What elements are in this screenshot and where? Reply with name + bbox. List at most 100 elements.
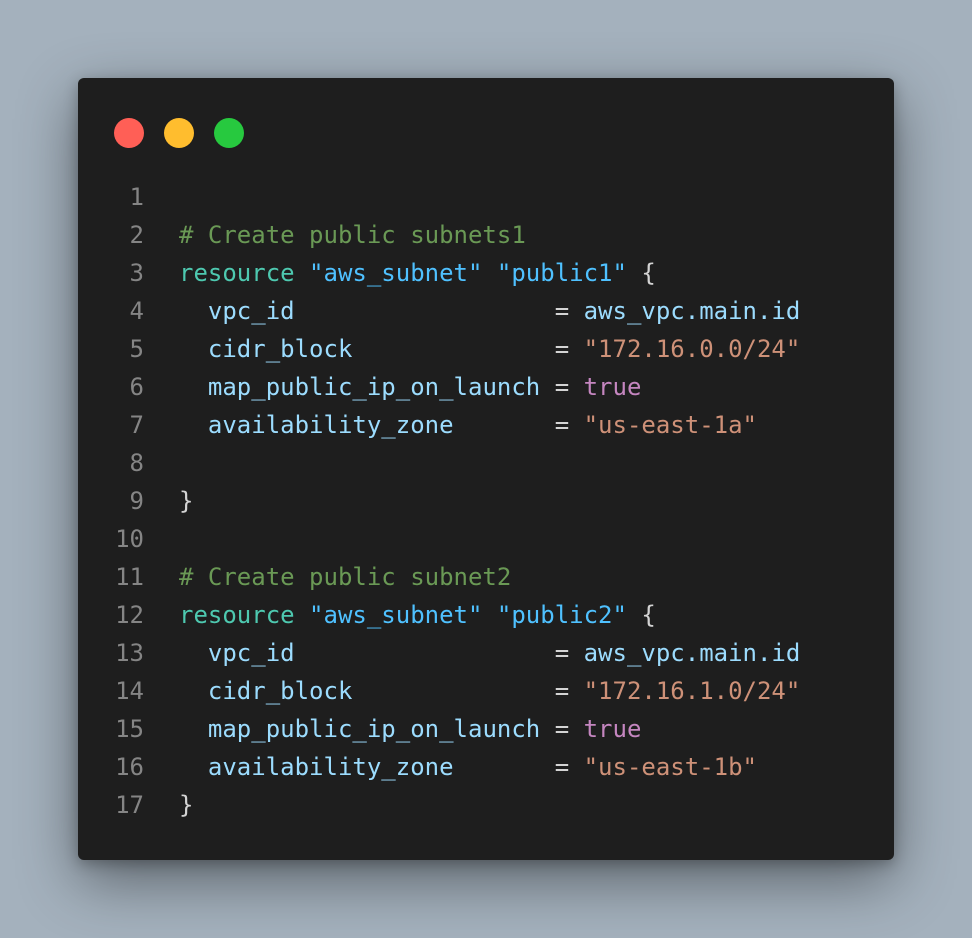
code-token-label: "public1" xyxy=(496,259,627,287)
code-token-plain: = xyxy=(540,715,584,743)
code-token-attr: availability_zone xyxy=(207,411,454,439)
code-token-plain: = xyxy=(294,297,584,325)
line-number: 4 xyxy=(129,297,144,325)
code-token-plain: = xyxy=(352,677,584,705)
code-line: 4 vpc_id = aws_vpc.main.id xyxy=(78,292,894,330)
line-number: 17 xyxy=(115,791,144,819)
minimize-dot[interactable] xyxy=(164,118,194,148)
code-token-string: "us-east-1a" xyxy=(583,411,757,439)
code-token-plain: = xyxy=(352,335,584,363)
line-number: 6 xyxy=(129,373,144,401)
code-line: 12 resource "aws_subnet" "public2" { xyxy=(78,596,894,634)
line-content: vpc_id = aws_vpc.main.id xyxy=(179,634,800,672)
code-line: 5 cidr_block = "172.16.0.0/24" xyxy=(78,330,894,368)
code-window: 1 2 # Create public subnets1 3 resource "aws… xyxy=(78,78,894,860)
code-token-plain: = xyxy=(453,411,584,439)
line-content: # Create public subnets1 xyxy=(179,216,526,254)
code-line: 14 cidr_block = "172.16.1.0/24" xyxy=(78,672,894,710)
line-number: 14 xyxy=(115,677,144,705)
code-token-string: "us-east-1b" xyxy=(583,753,757,781)
code-line: 10 xyxy=(78,520,894,558)
code-line: 17} xyxy=(78,786,894,824)
line-number: 8 xyxy=(129,449,144,477)
code-token-keyword: resource xyxy=(179,259,295,287)
line-number: 10 xyxy=(115,525,144,553)
code-token-attr: cidr_block xyxy=(207,677,353,705)
code-token-plain: = xyxy=(540,373,584,401)
code-token-plain: = xyxy=(453,753,584,781)
line-content: # Create public subnet2 xyxy=(179,558,511,596)
code-token-attr: cidr_block xyxy=(207,335,353,363)
line-content: availability_zone = "us-east-1a" xyxy=(179,406,757,444)
line-content: cidr_block = "172.16.1.0/24" xyxy=(179,672,800,710)
line-number: 3 xyxy=(129,259,144,287)
line-number: 16 xyxy=(115,753,144,781)
code-token-attr: map_public_ip_on_launch xyxy=(207,373,541,401)
line-content: map_public_ip_on_launch = true xyxy=(179,368,642,406)
code-token-bool: true xyxy=(583,715,642,743)
maximize-dot[interactable] xyxy=(214,118,244,148)
code-line: 3 resource "aws_subnet" "public1" { xyxy=(78,254,894,292)
line-content: } xyxy=(179,786,193,824)
code-token-string: "172.16.1.0/24" xyxy=(583,677,801,705)
code-line: 15 map_public_ip_on_launch = true xyxy=(78,710,894,748)
line-number: 9 xyxy=(129,487,144,515)
code-token-plain: { xyxy=(626,259,656,287)
code-line: 13 vpc_id = aws_vpc.main.id xyxy=(78,634,894,672)
code-token-attr: vpc_id xyxy=(207,639,295,667)
code-token-bool: true xyxy=(583,373,642,401)
code-line: 16 availability_zone = "us-east-1b" xyxy=(78,748,894,786)
code-token-plain: = xyxy=(294,639,584,667)
code-line: 2 # Create public subnets1 xyxy=(78,216,894,254)
line-number: 1 xyxy=(129,183,144,211)
code-token-keyword: resource xyxy=(179,601,295,629)
line-number: 5 xyxy=(129,335,144,363)
code-token-comment: # Create public subnets1 xyxy=(179,221,526,249)
code-token-plain: { xyxy=(626,601,656,629)
code-line: 1 xyxy=(78,178,894,216)
code-token-plain: } xyxy=(179,791,194,819)
line-content: resource "aws_subnet" "public2" { xyxy=(179,596,656,634)
code-token-plain: } xyxy=(179,487,194,515)
code-token-string: "172.16.0.0/24" xyxy=(583,335,801,363)
code-token-label: "aws_subnet" xyxy=(309,259,483,287)
code-token-comment: # Create public subnet2 xyxy=(179,563,512,591)
close-dot[interactable] xyxy=(114,118,144,148)
line-number: 7 xyxy=(129,411,144,439)
line-content: cidr_block = "172.16.0.0/24" xyxy=(179,330,800,368)
line-content: vpc_id = aws_vpc.main.id xyxy=(179,292,800,330)
code-token-label: "aws_subnet" xyxy=(309,601,483,629)
code-token-attr: aws_vpc.main.id xyxy=(583,639,801,667)
line-number: 13 xyxy=(115,639,144,667)
code-token-attr: vpc_id xyxy=(207,297,295,325)
line-number: 2 xyxy=(129,221,144,249)
line-content: } xyxy=(179,482,193,520)
line-content: map_public_ip_on_launch = true xyxy=(179,710,642,748)
line-number: 12 xyxy=(115,601,144,629)
line-number: 15 xyxy=(115,715,144,743)
code-line: 8 xyxy=(78,444,894,482)
line-content: resource "aws_subnet" "public1" { xyxy=(179,254,656,292)
code-token-label: "public2" xyxy=(496,601,627,629)
code-token-attr: availability_zone xyxy=(207,753,454,781)
code-line: 9} xyxy=(78,482,894,520)
code-token-attr: aws_vpc.main.id xyxy=(583,297,801,325)
code-token-attr: map_public_ip_on_launch xyxy=(207,715,541,743)
line-content: availability_zone = "us-east-1b" xyxy=(179,748,757,786)
code-block: 1 2 # Create public subnets1 3 resource "aws… xyxy=(78,178,894,824)
code-line: 7 availability_zone = "us-east-1a" xyxy=(78,406,894,444)
code-line: 11 # Create public subnet2 xyxy=(78,558,894,596)
code-line: 6 map_public_ip_on_launch = true xyxy=(78,368,894,406)
